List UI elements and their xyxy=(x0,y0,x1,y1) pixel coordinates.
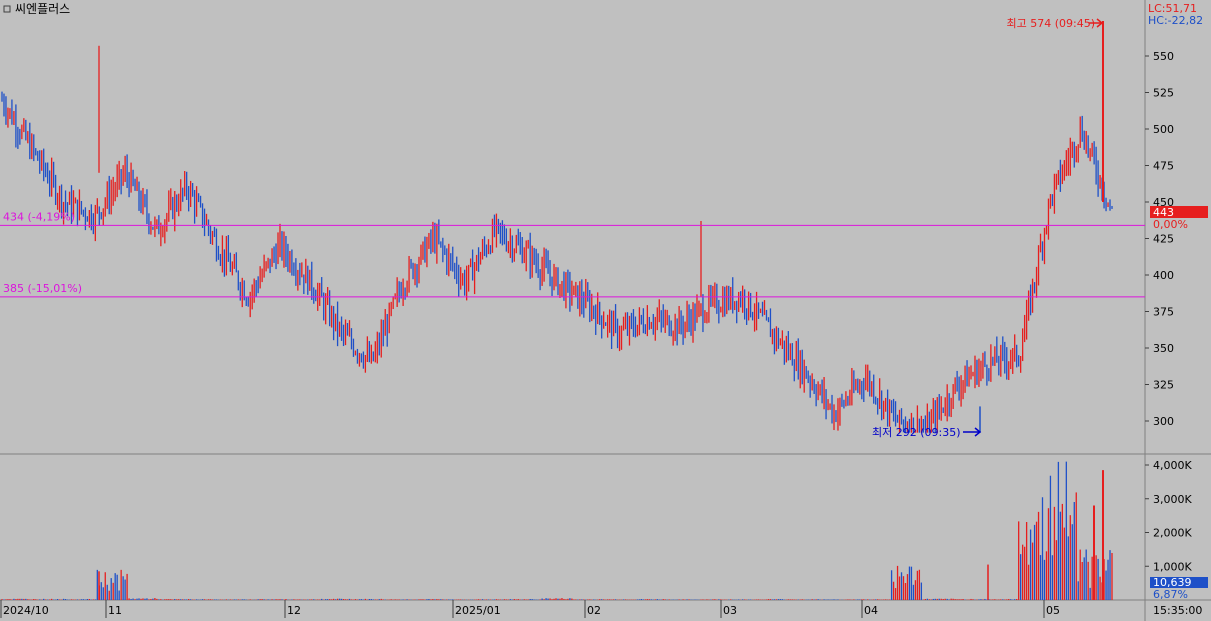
time-label: 15:35:00 xyxy=(1153,604,1202,617)
volume-tick-label: 3,000K xyxy=(1153,493,1192,506)
volume-tick-label: 1,000K xyxy=(1153,560,1192,573)
high-annotation: 최고 574 (09:45) xyxy=(1006,17,1095,30)
chart-background xyxy=(0,0,1211,621)
time-tick-label: 11 xyxy=(108,604,122,617)
time-tick-label: 2024/10 xyxy=(3,604,49,617)
time-tick-label: 04 xyxy=(864,604,878,617)
price-tick-label: 350 xyxy=(1153,342,1174,355)
time-tick-label: 2025/01 xyxy=(455,604,501,617)
time-tick-label: 12 xyxy=(287,604,301,617)
time-tick-label: 03 xyxy=(723,604,737,617)
price-tick-label: 475 xyxy=(1153,160,1174,173)
price-tick-label: 325 xyxy=(1153,379,1174,392)
price-tick-label: 300 xyxy=(1153,415,1174,428)
price-tick-label: 550 xyxy=(1153,50,1174,63)
time-tick-label: 02 xyxy=(587,604,601,617)
price-tick-label: 425 xyxy=(1153,233,1174,246)
level-label: 385 (-15,01%) xyxy=(3,282,82,295)
low-annotation: 최저 292 (09:35) xyxy=(872,426,961,439)
volume-percent: 6,87% xyxy=(1153,588,1188,601)
volume-tick-label: 2,000K xyxy=(1153,527,1192,540)
volume-tick-label: 4,000K xyxy=(1153,459,1192,472)
stock-chart: 434 (-4,19%)385 (-15,01%) 55052550047545… xyxy=(0,0,1211,621)
time-tick-label: 05 xyxy=(1046,604,1060,617)
price-tick-label: 525 xyxy=(1153,87,1174,100)
level-label: 434 (-4,19%) xyxy=(3,210,75,223)
stock-title: 씨엔플러스 xyxy=(15,2,70,16)
price-tick-label: 400 xyxy=(1153,269,1174,282)
hc-value: HC:-22,82 xyxy=(1148,14,1203,27)
price-tick-label: 500 xyxy=(1153,123,1174,136)
price-tick-label: 375 xyxy=(1153,306,1174,319)
current-change: 0,00% xyxy=(1153,218,1188,231)
